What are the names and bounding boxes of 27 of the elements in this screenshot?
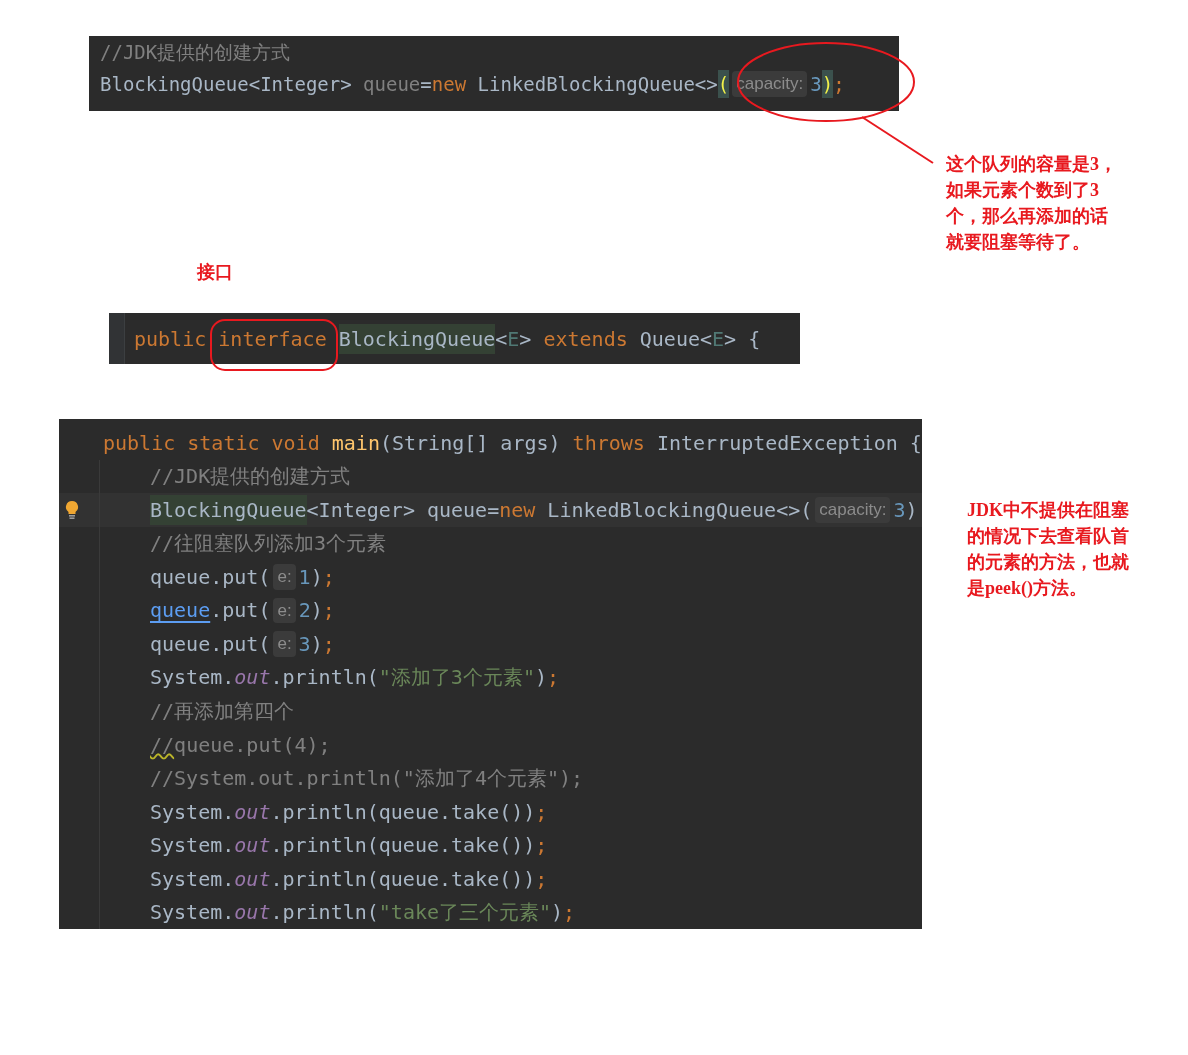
annotation-line: 就要阻塞等待了。 [946,231,1090,254]
code-line: //往阻塞队列添加3个元素 [150,530,387,558]
code-line: public static void main(String[] args) throws InterruptedException { [103,429,922,457]
code-line: //JDK提供的创建方式 [150,463,351,491]
code-line: //JDK提供的创建方式 [100,39,292,65]
annotation-line: JDK中不提供在阻塞 [967,499,1129,522]
annotation-line: 个，那么再添加的话 [946,205,1108,228]
code-line: queue.put( e: 3); [150,630,335,659]
code-line: public interface BlockingQueue<E> extends Queue<E> { [134,323,761,355]
code-line: BlockingQueue<Integer> queue=new LinkedBlockingQueue<>( capacity: 3) [150,493,918,527]
code-line: System.out.println(queue.take()); [150,798,548,826]
label-text: 接口 [197,261,233,283]
annotation-line: 是peek()方法。 [967,577,1087,600]
annotation-line: 的情况下去查看队首 [967,525,1129,548]
code-line: System.out.println(queue.take()); [150,865,548,893]
code-line: //System.out.println("添加了4个元素"); [150,765,584,793]
code-line: System.out.println("take了三个元素"); [150,899,576,927]
annotation-line: 这个队列的容量是3， [946,153,1117,176]
code-line: System.out.println("添加了3个元素"); [150,664,559,692]
code-line: queue.put( e: 1); [150,563,335,592]
lightbulb-icon[interactable] [64,499,79,520]
annotation-line: 的元素的方法，也就 [967,551,1129,574]
code-line: //queue.put(4); [150,731,331,759]
code-line: System.out.println(queue.take()); [150,832,548,860]
code-line: queue.put( e: 2); [150,596,335,626]
annotation-line: 如果元素个数到了3 [946,179,1099,202]
code-line: //再添加第四个 [150,698,295,725]
